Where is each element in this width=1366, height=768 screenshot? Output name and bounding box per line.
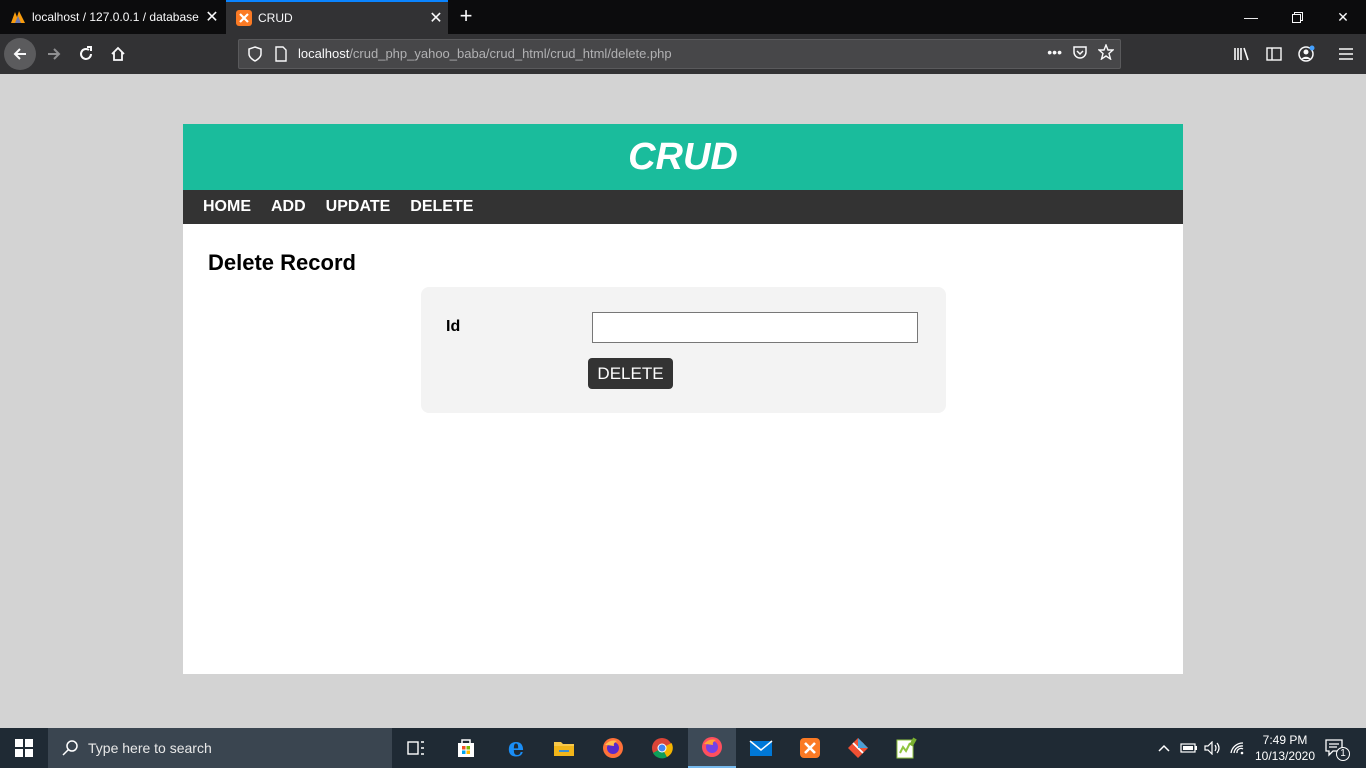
tab-title: CRUD xyxy=(258,11,293,25)
url-bar[interactable]: localhost/crud_php_yahoo_baba/crud_html/… xyxy=(238,39,1121,69)
delete-button[interactable]: DELETE xyxy=(588,358,673,389)
site-menu: HOME ADD UPDATE DELETE xyxy=(183,190,1183,224)
page-viewport: CRUD HOME ADD UPDATE DELETE Delete Recor… xyxy=(0,74,1366,728)
delete-form: Id DELETE xyxy=(421,287,946,413)
back-button[interactable] xyxy=(4,38,36,70)
menu-delete-link[interactable]: DELETE xyxy=(410,198,473,216)
git-icon[interactable] xyxy=(834,728,882,768)
id-label: Id xyxy=(446,318,461,335)
menu-hamburger-icon[interactable] xyxy=(1330,34,1362,74)
windows-taskbar: Type here to search e 7:49 PM 10/13/2020… xyxy=(0,728,1366,768)
tab-phpmyadmin[interactable]: localhost / 127.0.0.1 / database ✕ xyxy=(0,0,224,34)
new-tab-button[interactable]: + xyxy=(455,4,477,28)
notification-badge: 1 xyxy=(1336,747,1350,761)
chrome-icon[interactable] xyxy=(638,728,686,768)
tab-title: localhost / 127.0.0.1 / database xyxy=(32,10,199,24)
url-text[interactable]: localhost/crud_php_yahoo_baba/crud_html/… xyxy=(298,46,672,61)
minimize-button[interactable]: — xyxy=(1228,0,1274,34)
tab-crud[interactable]: CRUD ✕ xyxy=(226,0,448,34)
forward-button[interactable] xyxy=(38,38,70,70)
site-title: CRUD xyxy=(628,135,738,178)
account-icon[interactable] xyxy=(1290,34,1322,74)
taskbar-clock[interactable]: 7:49 PM 10/13/2020 xyxy=(1246,732,1324,764)
browser-tabstrip: localhost / 127.0.0.1 / database ✕ CRUD … xyxy=(0,0,1366,34)
xampp-icon xyxy=(236,10,252,26)
url-path: /crud_php_yahoo_baba/crud_html/crud_html… xyxy=(349,46,672,61)
clock-time: 7:49 PM xyxy=(1262,733,1308,747)
restore-button[interactable] xyxy=(1274,0,1320,34)
firefox-developer-icon[interactable] xyxy=(688,728,736,768)
notepad-plus-icon[interactable] xyxy=(882,728,930,768)
id-input[interactable] xyxy=(592,312,918,343)
clock-date: 10/13/2020 xyxy=(1254,749,1316,763)
close-tab-icon[interactable]: ✕ xyxy=(200,7,224,27)
battery-icon[interactable] xyxy=(1178,728,1200,768)
task-view-icon[interactable] xyxy=(392,728,440,768)
pocket-icon[interactable] xyxy=(1072,44,1088,63)
shield-icon[interactable] xyxy=(247,46,263,62)
reload-button[interactable] xyxy=(70,38,102,70)
crud-wrapper: CRUD HOME ADD UPDATE DELETE Delete Recor… xyxy=(183,124,1183,674)
microsoft-store-icon[interactable] xyxy=(442,728,490,768)
menu-add-link[interactable]: ADD xyxy=(271,198,306,216)
edge-icon[interactable]: e xyxy=(492,728,540,768)
menu-update-link[interactable]: UPDATE xyxy=(326,198,391,216)
wifi-icon[interactable] xyxy=(1226,728,1248,768)
close-tab-icon[interactable]: ✕ xyxy=(424,8,448,28)
firefox-icon[interactable] xyxy=(589,728,637,768)
home-button[interactable] xyxy=(102,38,134,70)
file-explorer-icon[interactable] xyxy=(540,728,588,768)
url-host: localhost xyxy=(298,46,350,61)
start-button[interactable] xyxy=(0,728,48,768)
more-actions-icon[interactable]: ••• xyxy=(1047,44,1062,63)
sidebar-icon[interactable] xyxy=(1258,34,1290,74)
taskbar-search[interactable]: Type here to search xyxy=(48,728,392,768)
menu-home-link[interactable]: HOME xyxy=(203,198,251,216)
phpmyadmin-icon xyxy=(10,9,26,25)
close-window-button[interactable]: ✕ xyxy=(1320,0,1366,34)
page-info-icon[interactable] xyxy=(273,46,289,62)
library-icon[interactable] xyxy=(1226,34,1258,74)
bookmark-star-icon[interactable] xyxy=(1097,43,1115,63)
notification-center-icon[interactable]: 1 xyxy=(1320,728,1350,768)
page-heading: Delete Record xyxy=(208,250,356,275)
search-icon xyxy=(62,740,78,756)
chevron-up-icon[interactable] xyxy=(1152,728,1176,768)
xampp-icon[interactable] xyxy=(786,728,834,768)
search-placeholder: Type here to search xyxy=(88,740,212,756)
windows-logo-icon xyxy=(15,739,33,757)
volume-icon[interactable] xyxy=(1202,728,1224,768)
site-header: CRUD xyxy=(183,124,1183,190)
mail-icon[interactable] xyxy=(737,728,785,768)
